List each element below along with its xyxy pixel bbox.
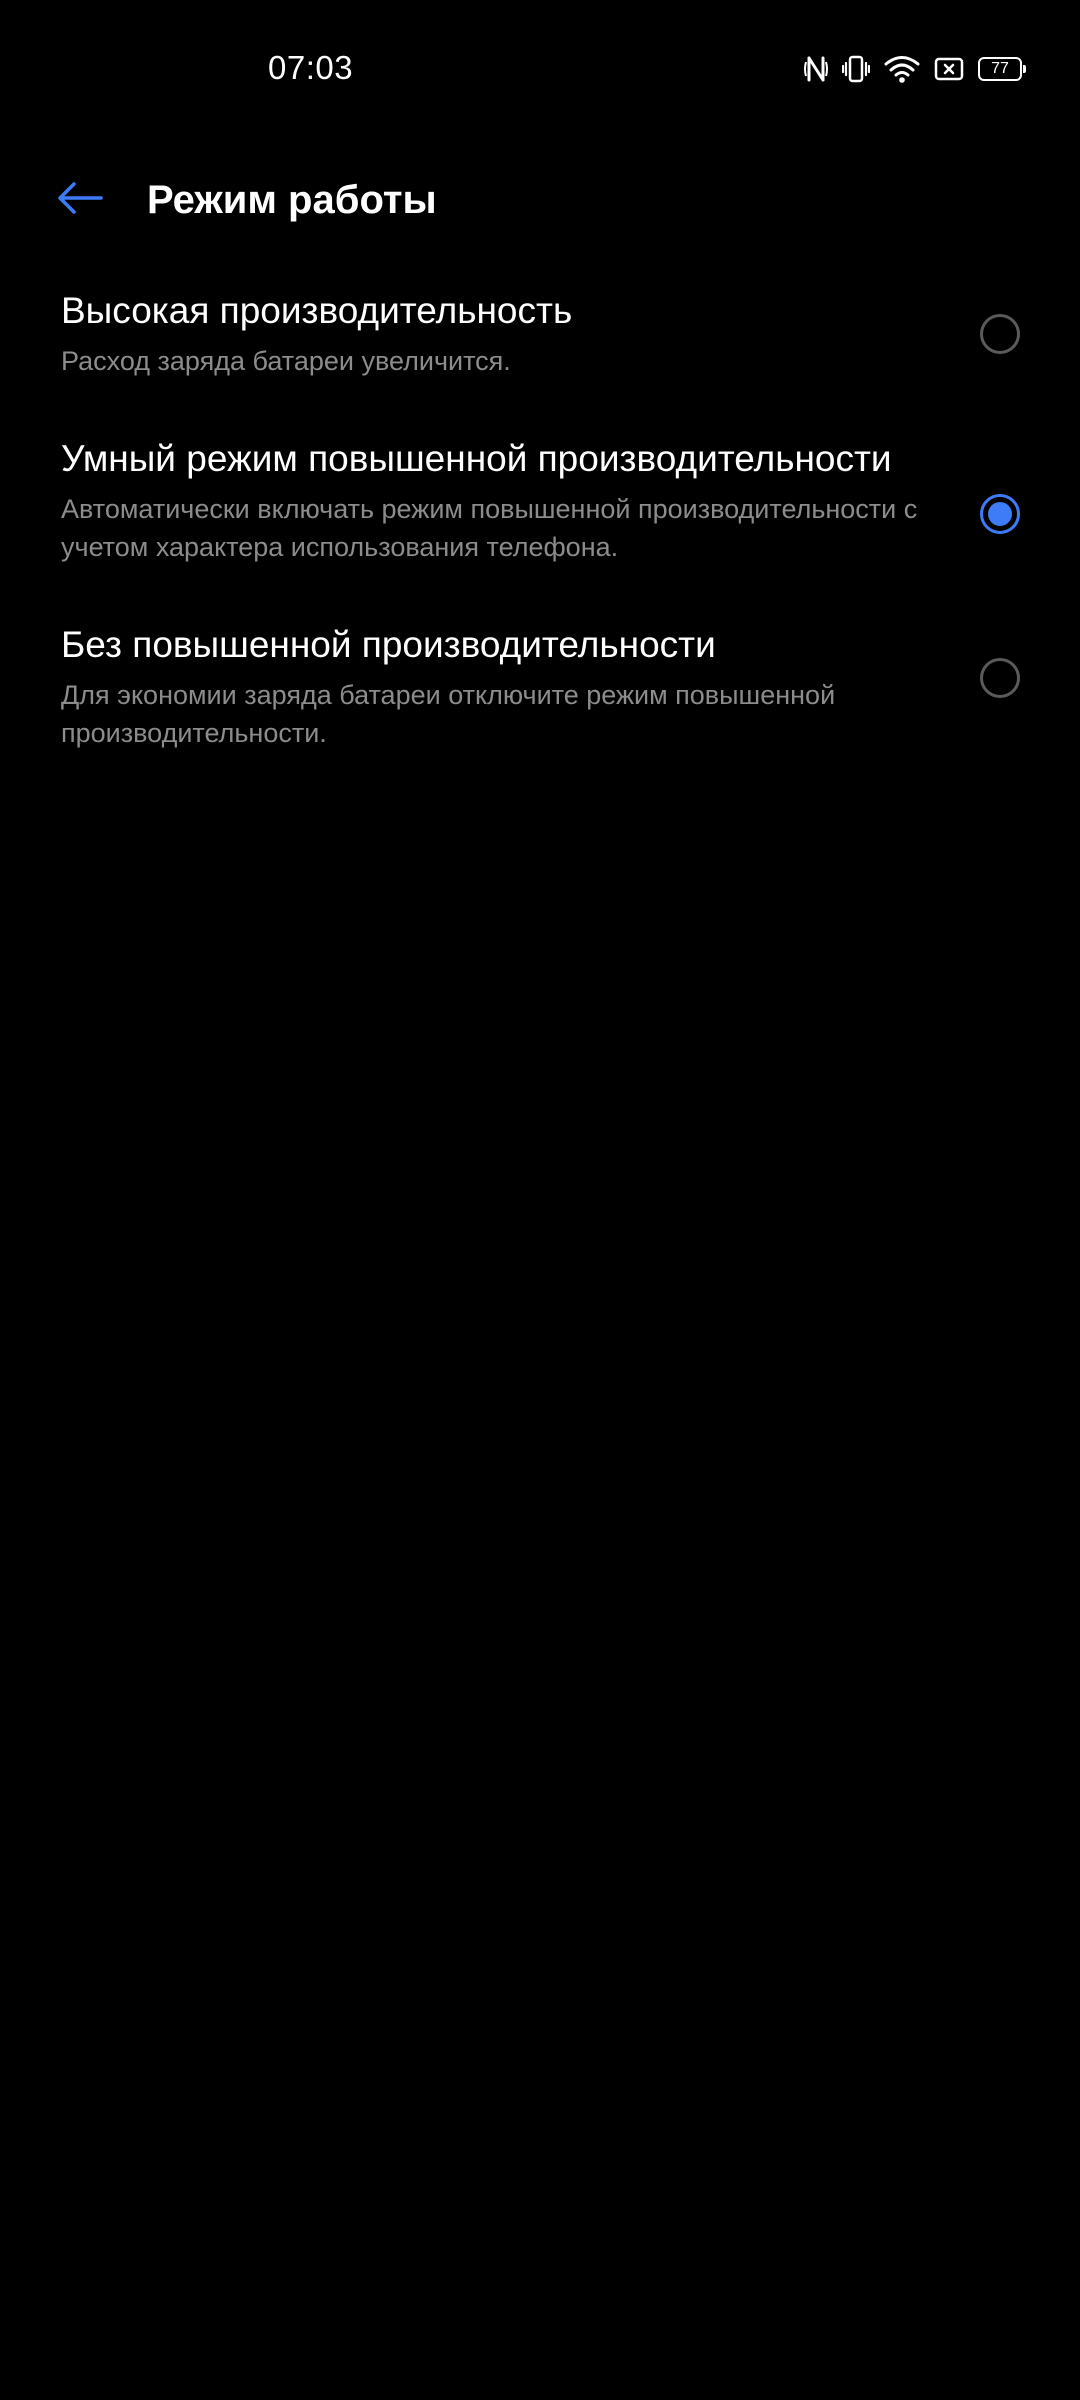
vibrate-icon	[842, 54, 870, 84]
option-description: Расход заряда батареи увеличится.	[61, 346, 511, 376]
option-title: Высокая производительность	[61, 290, 573, 331]
status-bar: 07:03 77	[0, 0, 1080, 136]
option-title: Без повышенной производительности	[61, 624, 716, 665]
arrow-left-icon	[57, 181, 103, 220]
back-button[interactable]	[50, 170, 110, 230]
option-description: Автоматически включать режим повышенной …	[61, 494, 918, 562]
mode-options-list: Высокая производительность Расход заряда…	[0, 272, 1080, 770]
wifi-icon	[884, 54, 920, 84]
radio-button[interactable]	[980, 314, 1020, 354]
radio-button[interactable]	[980, 658, 1020, 698]
screen-record-icon	[934, 55, 964, 83]
battery-icon: 77	[978, 57, 1026, 81]
battery-level: 77	[991, 60, 1009, 77]
radio-button-selected[interactable]	[980, 494, 1020, 534]
status-time: 07:03	[268, 49, 354, 86]
nfc-icon	[804, 54, 828, 84]
page-title: Режим работы	[147, 178, 437, 222]
option-smart-performance[interactable]: Умный режим повышенной производительност…	[0, 436, 1080, 622]
option-high-performance[interactable]: Высокая производительность Расход заряда…	[0, 272, 1080, 436]
status-icons: 77	[804, 52, 1026, 86]
header: Режим работы	[0, 150, 1080, 250]
option-title: Умный режим повышенной производительност…	[61, 438, 892, 479]
option-no-performance[interactable]: Без повышенной производительности Для эк…	[0, 622, 1080, 770]
option-description: Для экономии заряда батареи отключите ре…	[61, 680, 836, 748]
